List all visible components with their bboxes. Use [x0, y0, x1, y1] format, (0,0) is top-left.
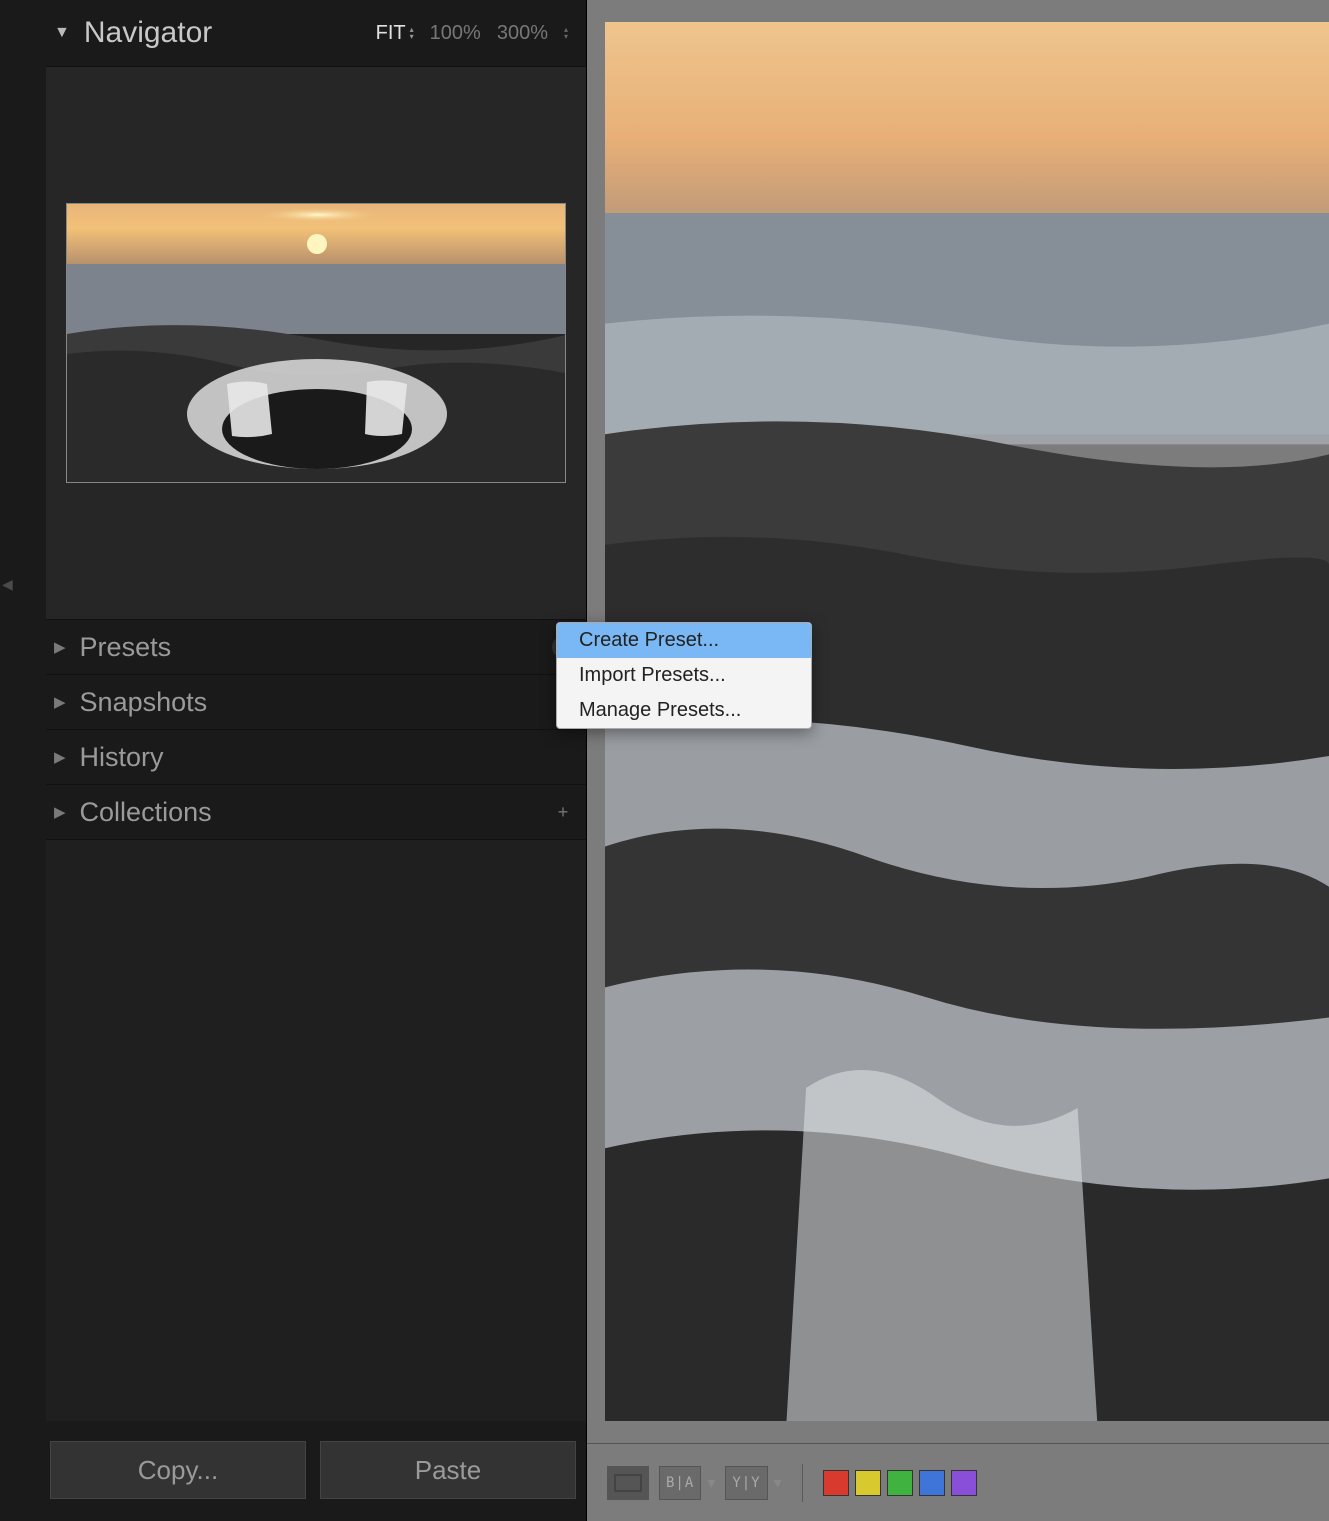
bottom-toolbar: B|A ▾ Y|Y ▾ — [587, 1443, 1329, 1521]
main-canvas-area: B|A ▾ Y|Y ▾ — [587, 0, 1329, 1521]
dropdown-icon[interactable]: ▾ — [774, 1473, 782, 1493]
presets-context-menu: Create Preset... Import Presets... Manag… — [556, 622, 812, 729]
rectangle-icon — [614, 1474, 642, 1492]
color-purple[interactable] — [951, 1470, 977, 1496]
menu-import-presets[interactable]: Import Presets... — [557, 658, 811, 693]
zoom-100-button[interactable]: 100% — [430, 22, 481, 45]
history-panel-header[interactable]: ▶ History — [46, 730, 586, 785]
expand-icon: ▶ — [54, 748, 66, 766]
snapshots-label: Snapshots — [80, 687, 552, 718]
left-sidebar: ▼ Navigator FIT ▴▾ 100% 300% ▴▾ — [0, 0, 587, 1521]
navigator-thumbnail[interactable] — [66, 203, 566, 483]
color-blue[interactable] — [919, 1470, 945, 1496]
collections-panel-header[interactable]: ▶ Collections + — [46, 785, 586, 840]
color-yellow[interactable] — [855, 1470, 881, 1496]
history-label: History — [80, 742, 574, 773]
collapse-icon[interactable]: ▼ — [54, 24, 70, 42]
color-red[interactable] — [823, 1470, 849, 1496]
add-collection-icon[interactable]: + — [552, 801, 574, 823]
navigator-title: Navigator — [84, 16, 376, 50]
zoom-fit-button[interactable]: FIT ▴▾ — [376, 22, 414, 45]
expand-icon: ▶ — [54, 693, 66, 711]
sidebar-bottom-buttons: Copy... Paste — [0, 1421, 586, 1521]
expand-icon: ▶ — [54, 638, 66, 656]
menu-manage-presets[interactable]: Manage Presets... — [557, 693, 811, 728]
expand-icon: ▶ — [54, 803, 66, 821]
sidebar-empty-area — [46, 840, 586, 1421]
updown-icon[interactable]: ▴▾ — [564, 26, 568, 40]
presets-label: Presets — [80, 632, 552, 663]
zoom-controls: FIT ▴▾ 100% 300% ▴▾ — [376, 22, 568, 45]
copy-button[interactable]: Copy... — [50, 1441, 306, 1499]
before-after-button[interactable]: B|A — [659, 1466, 701, 1500]
paste-button[interactable]: Paste — [320, 1441, 576, 1499]
collections-label: Collections — [80, 797, 552, 828]
menu-create-preset[interactable]: Create Preset... — [557, 623, 811, 658]
presets-panel-header[interactable]: ▶ Presets + — [46, 620, 586, 675]
color-green[interactable] — [887, 1470, 913, 1496]
dropdown-icon[interactable]: ▾ — [707, 1473, 715, 1493]
compare-view-button[interactable]: Y|Y — [725, 1466, 767, 1500]
updown-icon: ▴▾ — [410, 26, 414, 40]
zoom-300-button[interactable]: 300% — [497, 22, 548, 45]
sidebar-collapse-handle[interactable]: ◀ — [2, 576, 13, 593]
color-label-swatches — [823, 1470, 977, 1496]
snapshots-panel-header[interactable]: ▶ Snapshots + — [46, 675, 586, 730]
navigator-header: ▼ Navigator FIT ▴▾ 100% 300% ▴▾ — [46, 0, 586, 66]
loupe-view-button[interactable] — [607, 1466, 649, 1500]
navigator-preview-area — [46, 66, 586, 620]
toolbar-separator — [802, 1464, 803, 1502]
